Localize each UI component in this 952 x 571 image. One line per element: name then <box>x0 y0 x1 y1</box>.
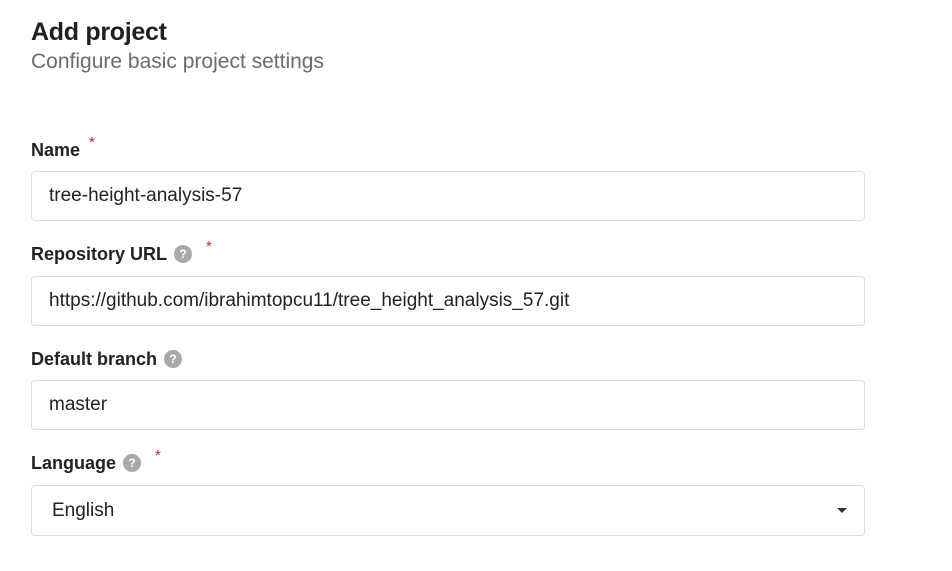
page-title: Add project <box>31 18 167 46</box>
language-selected-value: English <box>52 499 115 521</box>
language-required-mark: * <box>155 446 161 464</box>
name-label: Name <box>31 139 81 160</box>
page-subtitle: Configure basic project settings <box>31 50 324 73</box>
default-branch-label: Default branch <box>31 348 158 369</box>
add-project-form: Add project Configure basic project sett… <box>31 16 865 76</box>
language-select[interactable]: English <box>31 485 865 536</box>
name-label-row: Name * <box>31 134 95 162</box>
repository-url-label-row: Repository URL ? * <box>31 238 212 266</box>
question-circle-icon[interactable]: ? <box>123 454 142 472</box>
question-circle-icon[interactable]: ? <box>164 350 183 368</box>
name-input[interactable] <box>31 171 865 221</box>
default-branch-label-row: Default branch ? <box>31 347 183 371</box>
repository-url-input[interactable] <box>31 276 865 326</box>
default-branch-input[interactable] <box>31 380 865 430</box>
repository-url-required-mark: * <box>206 237 212 255</box>
question-circle-icon[interactable]: ? <box>174 245 193 263</box>
repository-url-label: Repository URL <box>31 243 168 264</box>
language-label: Language <box>31 452 117 473</box>
caret-down-icon <box>837 508 847 513</box>
name-required-mark: * <box>89 133 95 151</box>
language-label-row: Language ? * <box>31 447 161 475</box>
